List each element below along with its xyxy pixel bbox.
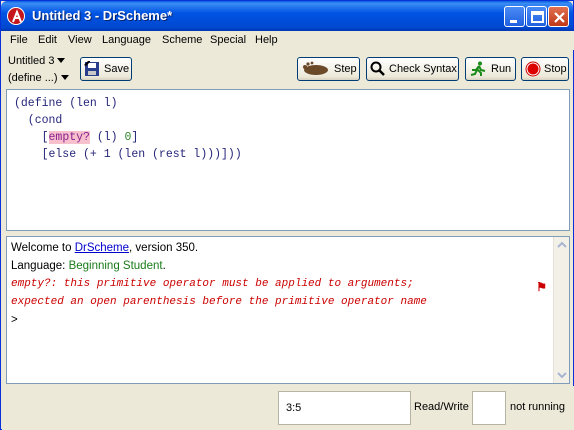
check-syntax-button[interactable]: Check Syntax [366, 57, 459, 81]
drscheme-logo-icon[interactable] [7, 7, 25, 25]
stop-sign-icon [525, 61, 541, 77]
code-line: [else (+ 1 (len (rest l)))])) [14, 148, 242, 161]
window-title: Untitled 3 - DrScheme* [32, 8, 173, 23]
welcome-line: Welcome to DrScheme, version 350. [11, 242, 198, 254]
definitions-editor[interactable]: (define (len l) (cond [empty? (l) 0] [el… [6, 89, 570, 231]
chevron-down-icon [57, 58, 66, 63]
drscheme-window: Untitled 3 - DrScheme* File Edit View La… [0, 0, 574, 430]
floppy-disk-icon [84, 61, 99, 76]
step-label: Step [334, 63, 357, 75]
scroll-up-icon[interactable] [555, 238, 569, 252]
running-man-icon [470, 61, 486, 76]
menu-scheme[interactable]: Scheme [162, 34, 202, 46]
cursor-position-field: 3:5 [278, 391, 411, 425]
error-message-line: empty?: this primitive operator must be … [11, 278, 414, 290]
vertical-scrollbar[interactable] [553, 237, 569, 383]
menu-view[interactable]: View [68, 34, 92, 46]
title-bar[interactable]: Untitled 3 - DrScheme* [1, 1, 573, 31]
menu-file[interactable]: File [10, 34, 28, 46]
read-write-status[interactable]: Read/Write [414, 401, 469, 413]
chevron-down-icon [60, 75, 69, 80]
footprint-icon [303, 61, 328, 75]
file-name-label: Untitled 3 [8, 55, 55, 67]
scroll-down-icon[interactable] [555, 368, 569, 382]
menu-edit[interactable]: Edit [38, 34, 57, 46]
menu-language[interactable]: Language [102, 34, 151, 46]
define-menu-label: (define ...) [8, 72, 58, 84]
define-menu[interactable]: (define ...) [8, 72, 69, 84]
welcome-suffix: , version 350. [129, 242, 199, 254]
menu-help[interactable]: Help [255, 34, 278, 46]
stop-button[interactable]: Stop [521, 57, 569, 81]
minimize-button[interactable] [504, 6, 525, 27]
menu-bar: File Edit View Language Scheme Special H… [2, 31, 574, 50]
cursor-position: 3:5 [286, 402, 302, 414]
code-line: (define (len l) [14, 97, 118, 110]
check-syntax-label: Check Syntax [389, 63, 457, 75]
menu-special[interactable]: Special [210, 34, 246, 46]
magnifier-icon [370, 61, 385, 76]
welcome-prefix: Welcome to [11, 242, 75, 254]
running-status: not running [510, 401, 566, 413]
code-area[interactable]: (define (len l) (cond [empty? (l) 0] [el… [14, 95, 242, 163]
save-button[interactable]: Save [80, 57, 132, 81]
stop-label: Stop [544, 63, 567, 75]
interactions-pane[interactable]: Welcome to DrScheme, version 350. Langua… [6, 236, 570, 384]
run-label: Run [491, 63, 512, 75]
save-label: Save [104, 63, 130, 75]
language-line: Language: Beginning Student. [11, 260, 166, 272]
bug-icon[interactable]: ⚑ [536, 280, 547, 294]
repl-prompt[interactable]: > [11, 314, 18, 326]
language-prefix: Language: [11, 260, 69, 272]
step-button[interactable]: Step [297, 57, 360, 81]
toolbar: Untitled 3 (define ...) Save Step Check … [2, 51, 574, 89]
error-message-line: expected an open parenthesis before the … [11, 296, 427, 308]
code-line: (cond [14, 114, 63, 127]
status-bar: 3:5 Read/Write not running [2, 386, 574, 430]
close-button[interactable] [548, 6, 569, 27]
drscheme-link[interactable]: DrScheme [75, 242, 129, 254]
maximize-button[interactable] [526, 6, 547, 27]
run-button[interactable]: Run [465, 57, 516, 81]
code-line: [empty? (l) 0] [14, 131, 139, 144]
gc-indicator [472, 391, 506, 425]
error-highlight: empty? [48, 131, 90, 144]
language-value: Beginning Student [68, 260, 163, 272]
language-suffix: . [162, 260, 166, 272]
file-name-menu[interactable]: Untitled 3 [8, 55, 66, 67]
